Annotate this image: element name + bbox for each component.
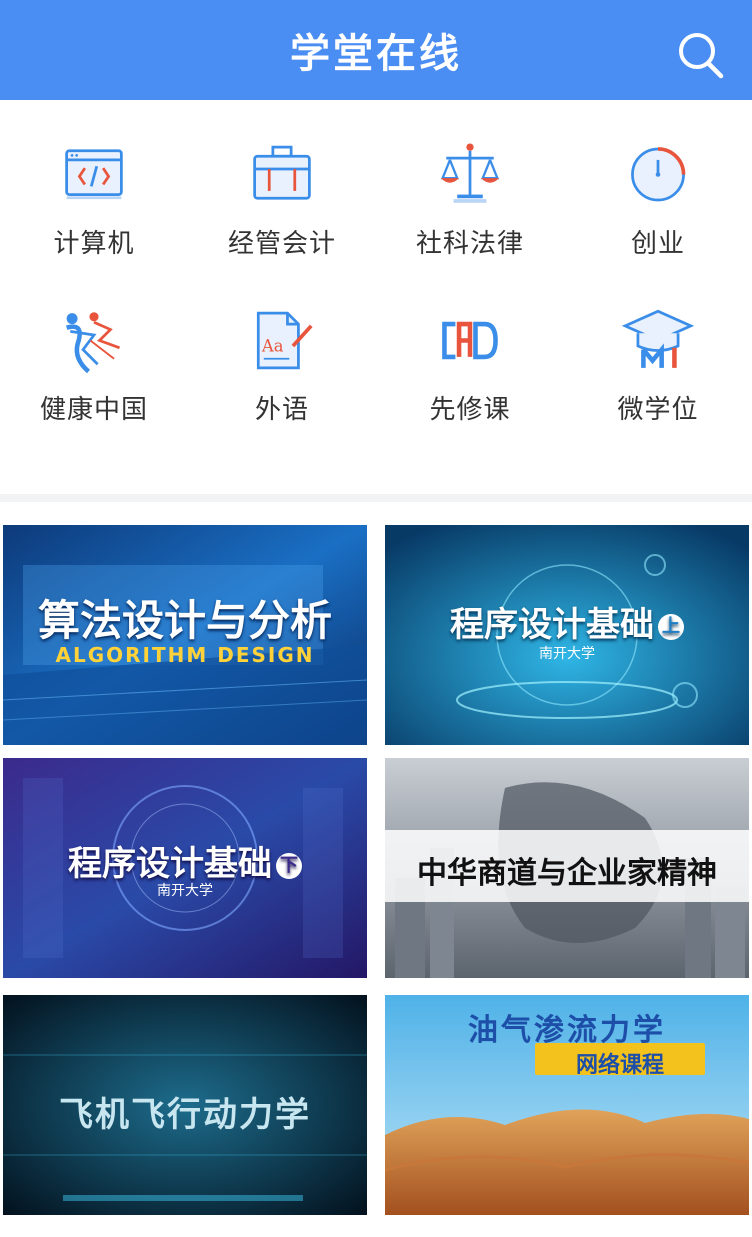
category-label: 创业: [630, 229, 685, 259]
search-icon[interactable]: [676, 30, 726, 80]
app-header: 学堂在线: [0, 0, 752, 100]
document-aa-icon: Aa: [256, 311, 313, 370]
category-grid: 计算机 经管会计 社科法律 创业 健康中国 Aa 外语 先修课 微学位: [0, 100, 752, 492]
category-label: 社科法律: [415, 229, 524, 259]
course-card-oil-gas[interactable]: 油气渗流力学 网络课程: [385, 995, 749, 1215]
category-label: 先修课: [429, 395, 511, 425]
course-card-flight-dynamics[interactable]: 飞机飞行动力学: [3, 995, 367, 1215]
course-title: 飞机飞行动力学: [59, 1095, 311, 1135]
course-subtitle: 网络课程: [575, 1053, 664, 1078]
category-computer[interactable]: 计算机: [0, 100, 188, 260]
category-label: 健康中国: [39, 395, 148, 425]
course-card-programming-2[interactable]: 程序设计基础下 南开大学: [3, 758, 367, 978]
category-entrepreneurship[interactable]: 创业: [564, 100, 752, 260]
course-title: 算法设计与分析: [37, 596, 332, 645]
course-title: 程序设计基础上: [385, 597, 749, 646]
category-precourse[interactable]: 先修课: [376, 266, 564, 426]
course-school: 南开大学: [157, 883, 213, 899]
scales-icon: [440, 143, 500, 203]
course-title: 中华商道与企业家精神: [417, 856, 717, 891]
course-card-programming-1[interactable]: 程序设计基础上 南开大学: [385, 525, 749, 745]
category-health[interactable]: 健康中国: [0, 266, 188, 426]
category-micro-degree[interactable]: 微学位: [564, 266, 752, 426]
category-foreign-language[interactable]: Aa 外语: [188, 266, 376, 426]
briefcase-icon: [253, 145, 311, 200]
category-label: 微学位: [617, 395, 699, 425]
course-school: 南开大学: [539, 646, 595, 662]
course-subtitle: ALGORITHM DESIGN: [55, 643, 315, 667]
category-social-law[interactable]: 社科法律: [376, 100, 564, 260]
svg-text:Aa: Aa: [261, 336, 284, 355]
section-divider: [0, 494, 752, 502]
cap-letters-icon: [442, 321, 498, 360]
graduation-cap-icon: [621, 309, 695, 368]
course-title: 程序设计基础下: [3, 836, 367, 885]
code-window-icon: [65, 149, 123, 200]
clock-icon: [631, 147, 686, 202]
volume-badge: 上: [658, 613, 684, 640]
course-card-algorithm[interactable]: 算法设计与分析 ALGORITHM DESIGN: [3, 525, 367, 745]
course-title: 油气渗流力学: [468, 1013, 666, 1048]
category-management[interactable]: 经管会计: [188, 100, 376, 260]
category-label: 计算机: [53, 229, 135, 259]
app-title: 学堂在线: [290, 31, 462, 77]
category-label: 经管会计: [227, 229, 336, 259]
course-card-business-spirit[interactable]: 中华商道与企业家精神: [385, 758, 749, 978]
runners-icon: [65, 312, 121, 374]
category-label: 外语: [254, 395, 309, 425]
volume-badge: 下: [276, 852, 302, 879]
